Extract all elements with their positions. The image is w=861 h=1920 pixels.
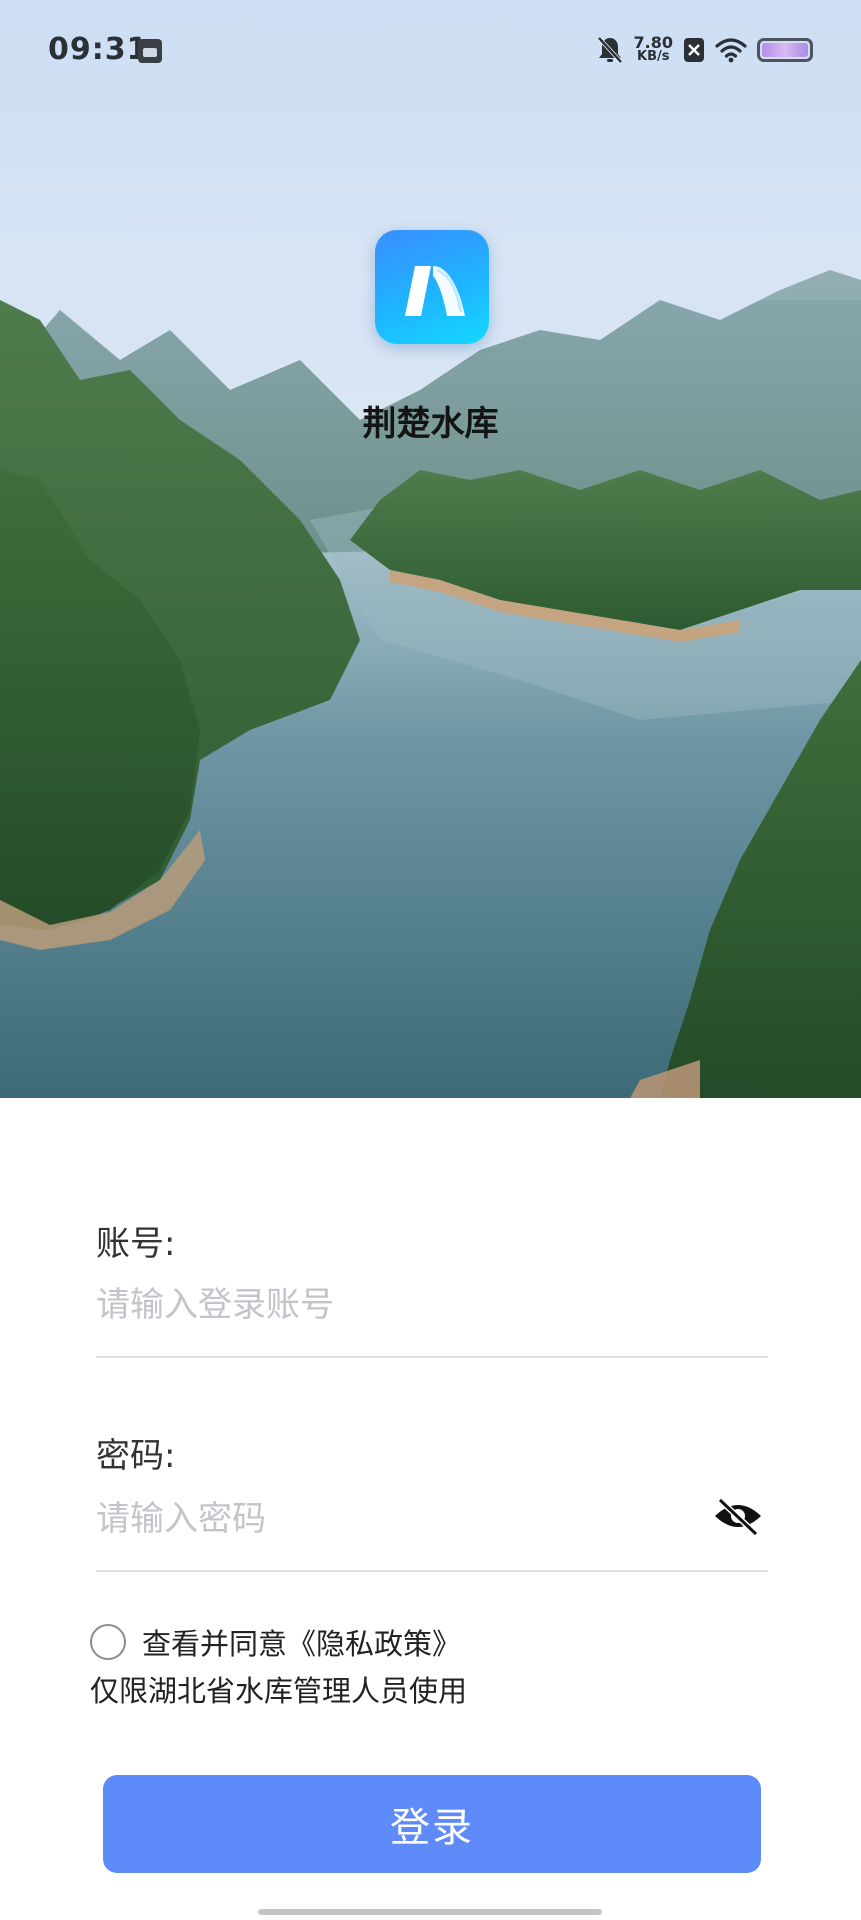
agreement-row: 查看并同意 《隐私政策》 bbox=[90, 1622, 461, 1662]
password-label: 密码: bbox=[96, 1436, 176, 1476]
usage-restriction-note: 仅限湖北省水库管理人员使用 bbox=[90, 1674, 468, 1708]
wifi-icon bbox=[715, 37, 747, 63]
status-bar: 09:31 7.80 KB/s bbox=[0, 0, 861, 100]
agreement-checkbox[interactable] bbox=[90, 1624, 126, 1660]
mute-icon bbox=[596, 35, 624, 65]
password-visibility-toggle[interactable] bbox=[712, 1494, 764, 1538]
status-indicators: 7.80 KB/s bbox=[596, 32, 813, 68]
network-speed-value: 7.80 bbox=[633, 33, 673, 52]
close-x-icon bbox=[683, 37, 705, 63]
status-time: 09:31 bbox=[48, 32, 149, 67]
battery-icon bbox=[757, 38, 813, 62]
app-notification-icon bbox=[138, 39, 162, 63]
app-name: 荆楚水库 bbox=[362, 404, 499, 444]
battery-level bbox=[762, 43, 808, 57]
eye-off-icon bbox=[715, 1497, 761, 1537]
account-underline bbox=[96, 1356, 768, 1358]
home-indicator[interactable] bbox=[258, 1909, 602, 1915]
privacy-policy-link[interactable]: 《隐私政策》 bbox=[287, 1621, 461, 1663]
network-speed: 7.80 KB/s bbox=[633, 33, 673, 64]
network-speed-unit: KB/s bbox=[637, 49, 670, 64]
account-input[interactable] bbox=[96, 1275, 766, 1335]
reservoir-landscape-image bbox=[0, 0, 861, 1098]
app-logo-icon bbox=[375, 230, 489, 344]
password-underline bbox=[96, 1570, 768, 1572]
login-button[interactable]: 登录 bbox=[103, 1775, 761, 1873]
password-input[interactable] bbox=[96, 1489, 696, 1549]
agreement-text: 查看并同意 bbox=[142, 1627, 288, 1661]
account-label: 账号: bbox=[96, 1224, 176, 1264]
